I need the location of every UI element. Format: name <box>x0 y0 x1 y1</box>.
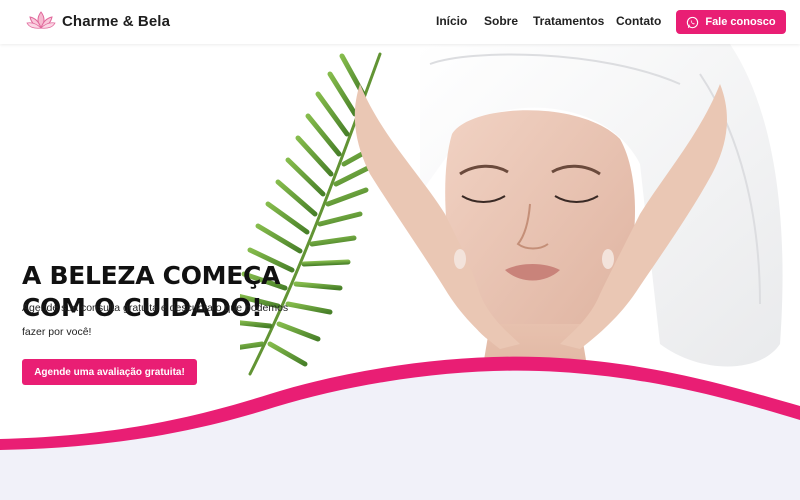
nav-item-inicio[interactable]: Início <box>436 14 467 28</box>
nav-item-sobre[interactable]: Sobre <box>484 14 518 28</box>
contact-button-label: Fale conosco <box>705 16 776 28</box>
contact-button[interactable]: Fale conosco <box>676 10 786 34</box>
hero-subtext: Agende sua consulta gratuita e descubra … <box>22 302 289 338</box>
hero-section: A BELEZA COMEÇA COM O CUIDADO! <box>0 44 800 500</box>
nav-item-contato[interactable]: Contato <box>616 14 661 28</box>
schedule-evaluation-button[interactable]: Agende uma avaliação gratuita! <box>22 359 197 385</box>
site-header: Charme & Bela Início Sobre Tratamentos C… <box>0 0 800 44</box>
hero-headline-line1: A BELEZA COMEÇA <box>22 261 281 290</box>
nav-item-tratamentos[interactable]: Tratamentos <box>533 14 604 28</box>
whatsapp-icon <box>687 16 699 28</box>
